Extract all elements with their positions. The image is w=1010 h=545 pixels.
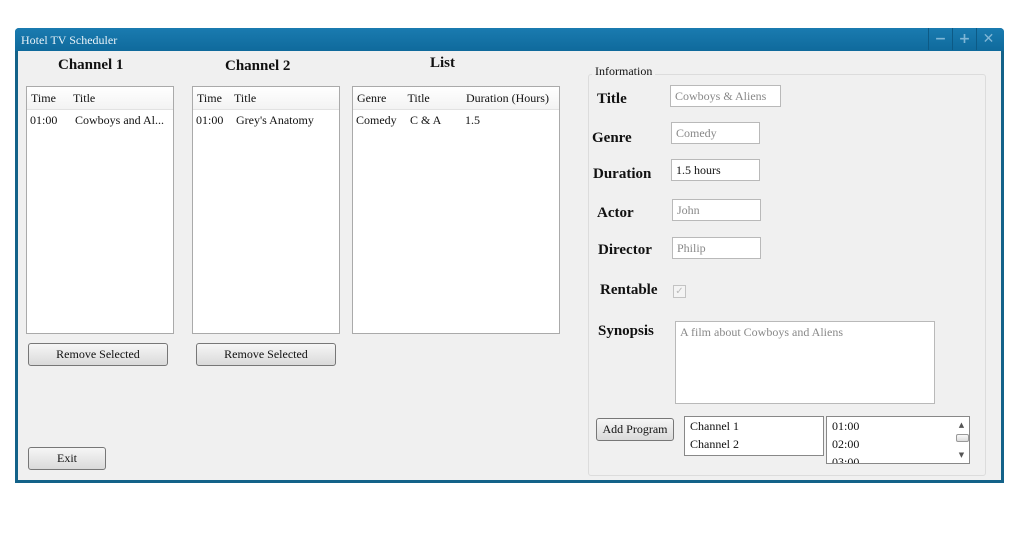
rentable-label: Rentable xyxy=(600,282,658,298)
time-option[interactable]: 02:00 xyxy=(827,435,969,453)
time-option[interactable]: 01:00 xyxy=(827,417,969,435)
close-button[interactable]: ✕ xyxy=(976,28,1000,50)
table-row[interactable]: Comedy C & A 1.5 xyxy=(353,110,559,130)
channel1-heading: Channel 1 xyxy=(58,57,124,73)
duration-label: Duration xyxy=(593,166,652,182)
checkmark-icon: ✓ xyxy=(675,286,684,297)
information-group-label: Information xyxy=(592,64,656,79)
channel1-listview[interactable]: Time Title 01:00 Cowboys and Al... xyxy=(26,86,174,334)
synopsis-label: Synopsis xyxy=(598,323,654,339)
title-field[interactable]: Cowboys & Aliens xyxy=(670,85,781,107)
time-scrollbar[interactable]: ▲ ▼ xyxy=(954,417,969,463)
genre-field[interactable]: Comedy xyxy=(671,122,760,144)
channel-listbox[interactable]: Channel 1 Channel 2 xyxy=(684,416,824,456)
exit-button[interactable]: Exit xyxy=(28,447,106,470)
channel1-remove-selected-button[interactable]: Remove Selected xyxy=(28,343,168,366)
cell-title: Grey's Anatomy xyxy=(236,112,314,127)
column-header-genre[interactable]: Genre xyxy=(353,91,404,106)
director-label: Director xyxy=(598,242,652,258)
maximize-button[interactable]: + xyxy=(952,28,976,50)
cell-duration: 1.5 xyxy=(465,112,480,127)
duration-field[interactable]: 1.5 hours xyxy=(671,159,760,181)
add-program-button[interactable]: Add Program xyxy=(596,418,674,441)
scroll-down-icon[interactable]: ▼ xyxy=(954,449,969,461)
cell-genre: Comedy xyxy=(356,112,397,127)
table-row[interactable]: 01:00 Grey's Anatomy xyxy=(193,110,339,130)
maximize-icon: + xyxy=(958,31,971,47)
cell-title: Cowboys and Al... xyxy=(75,112,165,127)
column-header-title[interactable]: Title xyxy=(404,91,456,106)
table-row[interactable]: 01:00 Cowboys and Al... xyxy=(27,110,173,130)
time-listbox[interactable]: 01:00 02:00 03:00 ▲ ▼ xyxy=(826,416,970,464)
window-title: Hotel TV Scheduler xyxy=(21,33,118,47)
column-header-time[interactable]: Time xyxy=(193,91,230,106)
client-area: Channel 1 Time Title 01:00 Cowboys and A… xyxy=(18,51,1001,480)
minimize-button[interactable]: − xyxy=(928,28,952,50)
column-header-title[interactable]: Title xyxy=(230,91,324,106)
channel2-listview[interactable]: Time Title 01:00 Grey's Anatomy xyxy=(192,86,340,334)
column-header-title[interactable]: Title xyxy=(69,91,163,106)
channel2-heading: Channel 2 xyxy=(225,58,291,74)
actor-label: Actor xyxy=(597,205,634,221)
minimize-icon: − xyxy=(934,31,947,47)
title-bar[interactable]: Hotel TV Scheduler − + ✕ xyxy=(15,28,1004,51)
actor-field[interactable]: John xyxy=(672,199,761,221)
scroll-up-icon[interactable]: ▲ xyxy=(954,419,969,431)
rentable-checkbox[interactable]: ✓ xyxy=(673,285,686,298)
list-heading: List xyxy=(430,55,456,71)
cell-time: 01:00 xyxy=(30,112,58,127)
title-label: Title xyxy=(597,91,627,107)
channel-option[interactable]: Channel 1 xyxy=(685,417,823,435)
synopsis-textarea[interactable]: A film about Cowboys and Aliens xyxy=(675,321,935,404)
director-field[interactable]: Philip xyxy=(672,237,761,259)
app-window: Hotel TV Scheduler − + ✕ Channel 1 Time … xyxy=(15,28,1004,483)
time-option[interactable]: 03:00 xyxy=(827,453,969,463)
column-header-duration[interactable]: Duration (Hours) xyxy=(456,91,559,106)
genre-label: Genre xyxy=(592,130,632,146)
cell-time: 01:00 xyxy=(196,112,224,127)
program-listview[interactable]: Genre Title Duration (Hours) Comedy C & … xyxy=(352,86,560,334)
close-icon: ✕ xyxy=(982,31,995,47)
cell-title: C & A xyxy=(410,112,442,127)
channel-option[interactable]: Channel 2 xyxy=(685,435,823,453)
channel2-remove-selected-button[interactable]: Remove Selected xyxy=(196,343,336,366)
scroll-thumb[interactable] xyxy=(956,434,969,442)
column-header-time[interactable]: Time xyxy=(27,91,69,106)
